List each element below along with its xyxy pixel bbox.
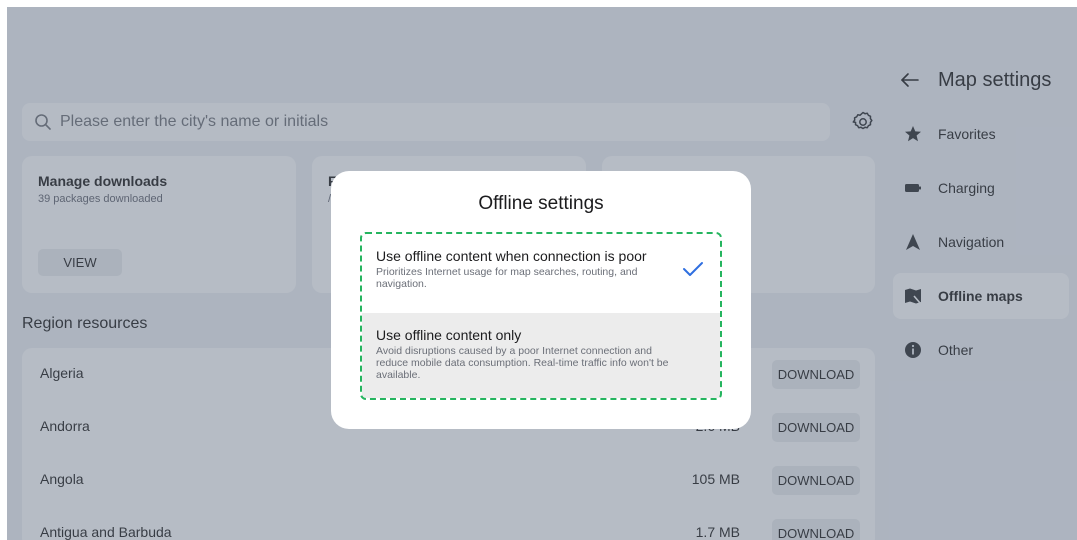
dialog-title: Offline settings (478, 193, 604, 214)
options-highlight-box (360, 232, 722, 400)
offline-settings-dialog: Offline settings Use offline content whe… (331, 171, 751, 429)
